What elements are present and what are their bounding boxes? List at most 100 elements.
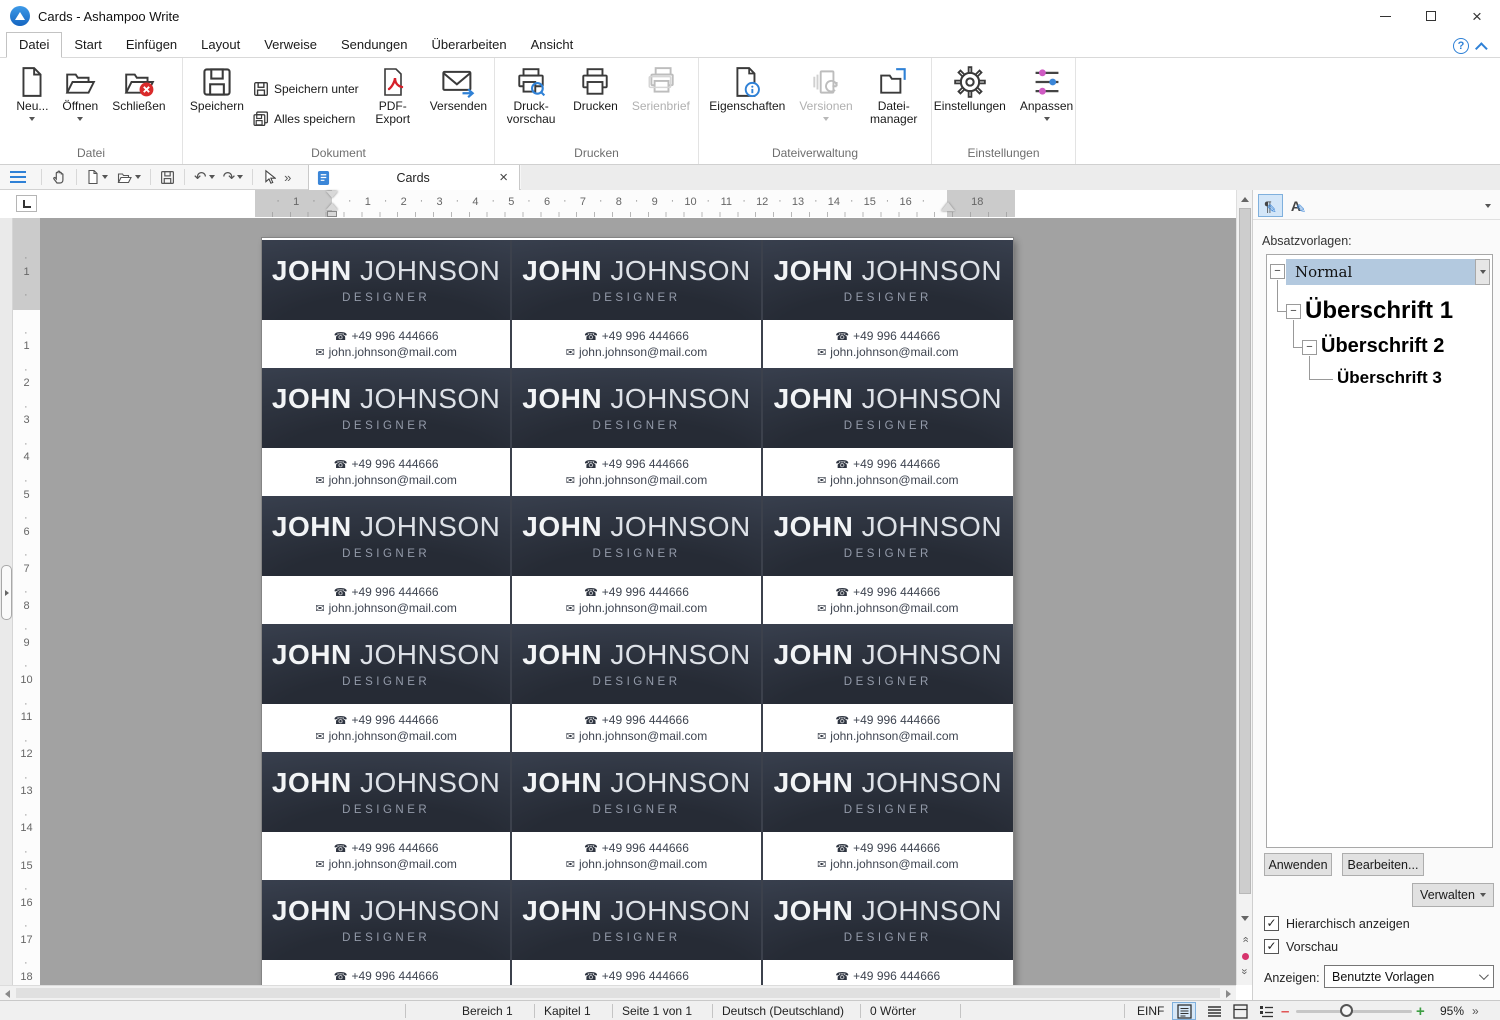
browse-object-icon[interactable] — [1242, 953, 1249, 960]
toolbar-overflow-button[interactable]: » — [280, 165, 295, 189]
collapse-node-icon[interactable]: − — [1286, 304, 1301, 319]
main-menu-button[interactable] — [0, 165, 36, 189]
menu-einfuegen[interactable]: Einfügen — [114, 33, 189, 57]
file-manager-button[interactable]: Datei-manager — [862, 62, 926, 128]
collapse-node-icon[interactable]: − — [1302, 340, 1317, 355]
quick-new-button[interactable] — [82, 165, 112, 189]
help-icon[interactable]: ? — [1453, 38, 1469, 54]
mail-merge-button[interactable]: Serienbrief — [627, 62, 695, 115]
zoom-out-button[interactable]: – — [1281, 1003, 1289, 1020]
customize-button[interactable]: Anpassen — [1015, 62, 1078, 123]
print-button[interactable]: Drucken — [568, 62, 623, 115]
draft-view-button[interactable] — [1202, 1002, 1226, 1020]
status-section[interactable]: Bereich 1 — [462, 1004, 513, 1018]
tab-close-icon[interactable]: × — [496, 169, 511, 186]
scroll-up-icon[interactable] — [1241, 197, 1249, 202]
zoom-in-button[interactable]: + — [1416, 1003, 1425, 1020]
save-button[interactable]: Speichern — [185, 62, 249, 115]
menu-ansicht[interactable]: Ansicht — [519, 33, 586, 57]
close-button[interactable]: × — [1454, 0, 1500, 32]
scroll-left-icon[interactable] — [5, 990, 10, 998]
document-tab[interactable]: Cards × — [308, 165, 520, 190]
style-heading2[interactable]: Überschrift 2 — [1321, 335, 1444, 358]
close-document-button[interactable]: Schließen — [107, 62, 170, 115]
select-tool-button[interactable] — [258, 165, 280, 189]
save-all-button[interactable]: Alles speichern — [253, 111, 359, 127]
paragraph-styles-button[interactable]: ¶✎ — [1258, 194, 1283, 217]
status-page[interactable]: Seite 1 von 1 — [622, 1004, 692, 1018]
email-icon: ✉ — [817, 859, 826, 871]
new-button[interactable]: Neu... — [11, 62, 53, 123]
first-line-indent-marker[interactable] — [326, 191, 338, 198]
style-heading3[interactable]: Überschrift 3 — [1337, 368, 1442, 388]
vertical-ruler[interactable]: 1123456789101112131415161718············… — [13, 218, 40, 985]
apply-button[interactable]: Anwenden — [1264, 853, 1332, 876]
left-margin-marker[interactable] — [327, 211, 337, 217]
statusbar-overflow-icon[interactable]: » — [1472, 1004, 1479, 1018]
fullscreen-view-button[interactable] — [1228, 1002, 1252, 1020]
menu-start[interactable]: Start — [62, 33, 113, 57]
collapse-node-icon[interactable]: − — [1270, 264, 1285, 279]
scrollbar-thumb[interactable] — [1239, 208, 1251, 894]
zoom-level[interactable]: 95% — [1440, 1004, 1464, 1018]
print-preview-button[interactable]: Druck-vorschau — [498, 62, 564, 128]
quick-open-button[interactable] — [112, 165, 145, 189]
card-contact: ☎+49 996 444666 ✉john.johnson@mail.com — [763, 704, 1013, 752]
vertical-scrollbar[interactable]: « « — [1236, 190, 1252, 985]
pdf-export-button[interactable]: PDF-Export — [363, 62, 423, 128]
edit-button[interactable]: Bearbeiten... — [1342, 853, 1424, 876]
status-chapter[interactable]: Kapitel 1 — [544, 1004, 591, 1018]
scrollbar-thumb[interactable] — [16, 988, 1220, 998]
show-styles-select[interactable]: Benutzte Vorlagen — [1324, 965, 1494, 988]
open-button[interactable]: Öffnen — [57, 62, 103, 123]
quick-access-bar: ↶ ↷ » Cards × — [0, 165, 1500, 190]
styles-tree[interactable]: − Normal − Überschrift 1 − Überschrift 2… — [1266, 254, 1493, 848]
close-icon: × — [1472, 8, 1482, 25]
zoom-slider-knob[interactable] — [1340, 1004, 1353, 1017]
preview-checkbox[interactable] — [1264, 939, 1279, 954]
status-language[interactable]: Deutsch (Deutschland) — [722, 1004, 844, 1018]
undo-button[interactable]: ↶ — [190, 165, 219, 189]
menu-ueberarbeiten[interactable]: Überarbeiten — [419, 33, 518, 57]
collapse-ribbon-icon[interactable] — [1475, 42, 1488, 55]
panel-expand-handle[interactable] — [1, 565, 12, 620]
hierarchical-checkbox[interactable] — [1264, 916, 1279, 931]
menu-sendungen[interactable]: Sendungen — [329, 33, 420, 57]
properties-button[interactable]: Eigenschaften — [704, 62, 790, 115]
settings-button[interactable]: Einstellungen — [929, 62, 1011, 115]
menu-datei[interactable]: Datei — [6, 32, 62, 58]
send-button[interactable]: Versenden — [425, 62, 492, 115]
style-normal[interactable]: Normal — [1286, 259, 1475, 285]
sidebar-menu-caret-icon[interactable] — [1485, 204, 1491, 208]
menu-verweise[interactable]: Verweise — [252, 33, 329, 57]
document-page[interactable]: JOHN JOHNSON DESIGNER ☎+49 996 444666 ✉j… — [262, 238, 1013, 985]
versions-button[interactable]: Versionen — [794, 62, 857, 123]
minimize-button[interactable] — [1362, 0, 1408, 32]
horizontal-ruler[interactable]: 11234567891011121314151618··············… — [255, 190, 1015, 217]
quick-save-button[interactable] — [156, 165, 179, 189]
previous-page-icon[interactable]: « — [1240, 932, 1251, 948]
zoom-slider-track[interactable] — [1296, 1010, 1412, 1013]
tab-stop-selector[interactable] — [16, 195, 37, 212]
left-indent-marker[interactable] — [326, 203, 338, 210]
next-page-icon[interactable]: « — [1240, 964, 1251, 980]
style-heading1[interactable]: Überschrift 1 — [1305, 297, 1453, 325]
save-as-button[interactable]: Speichern unter — [253, 81, 359, 97]
manage-button[interactable]: Verwalten — [1412, 883, 1494, 907]
redo-button[interactable]: ↷ — [219, 165, 248, 189]
touch-mode-button[interactable] — [47, 165, 71, 189]
maximize-button[interactable] — [1408, 0, 1454, 32]
character-styles-button[interactable]: A✎ — [1286, 194, 1311, 217]
status-wordcount[interactable]: 0 Wörter — [870, 1004, 916, 1018]
status-insert-mode[interactable]: EINF — [1137, 1004, 1164, 1018]
horizontal-scrollbar[interactable] — [0, 985, 1236, 1000]
ruler-number: 11 — [719, 196, 733, 208]
outline-view-button[interactable] — [1254, 1002, 1278, 1020]
menu-layout[interactable]: Layout — [189, 33, 252, 57]
page-view-button[interactable] — [1172, 1002, 1196, 1020]
style-dropdown-button[interactable] — [1475, 259, 1490, 285]
document-canvas[interactable]: JOHN JOHNSON DESIGNER ☎+49 996 444666 ✉j… — [40, 218, 1236, 985]
right-indent-marker[interactable] — [941, 202, 955, 211]
scroll-down-icon[interactable] — [1241, 916, 1249, 921]
scroll-right-icon[interactable] — [1226, 990, 1231, 998]
